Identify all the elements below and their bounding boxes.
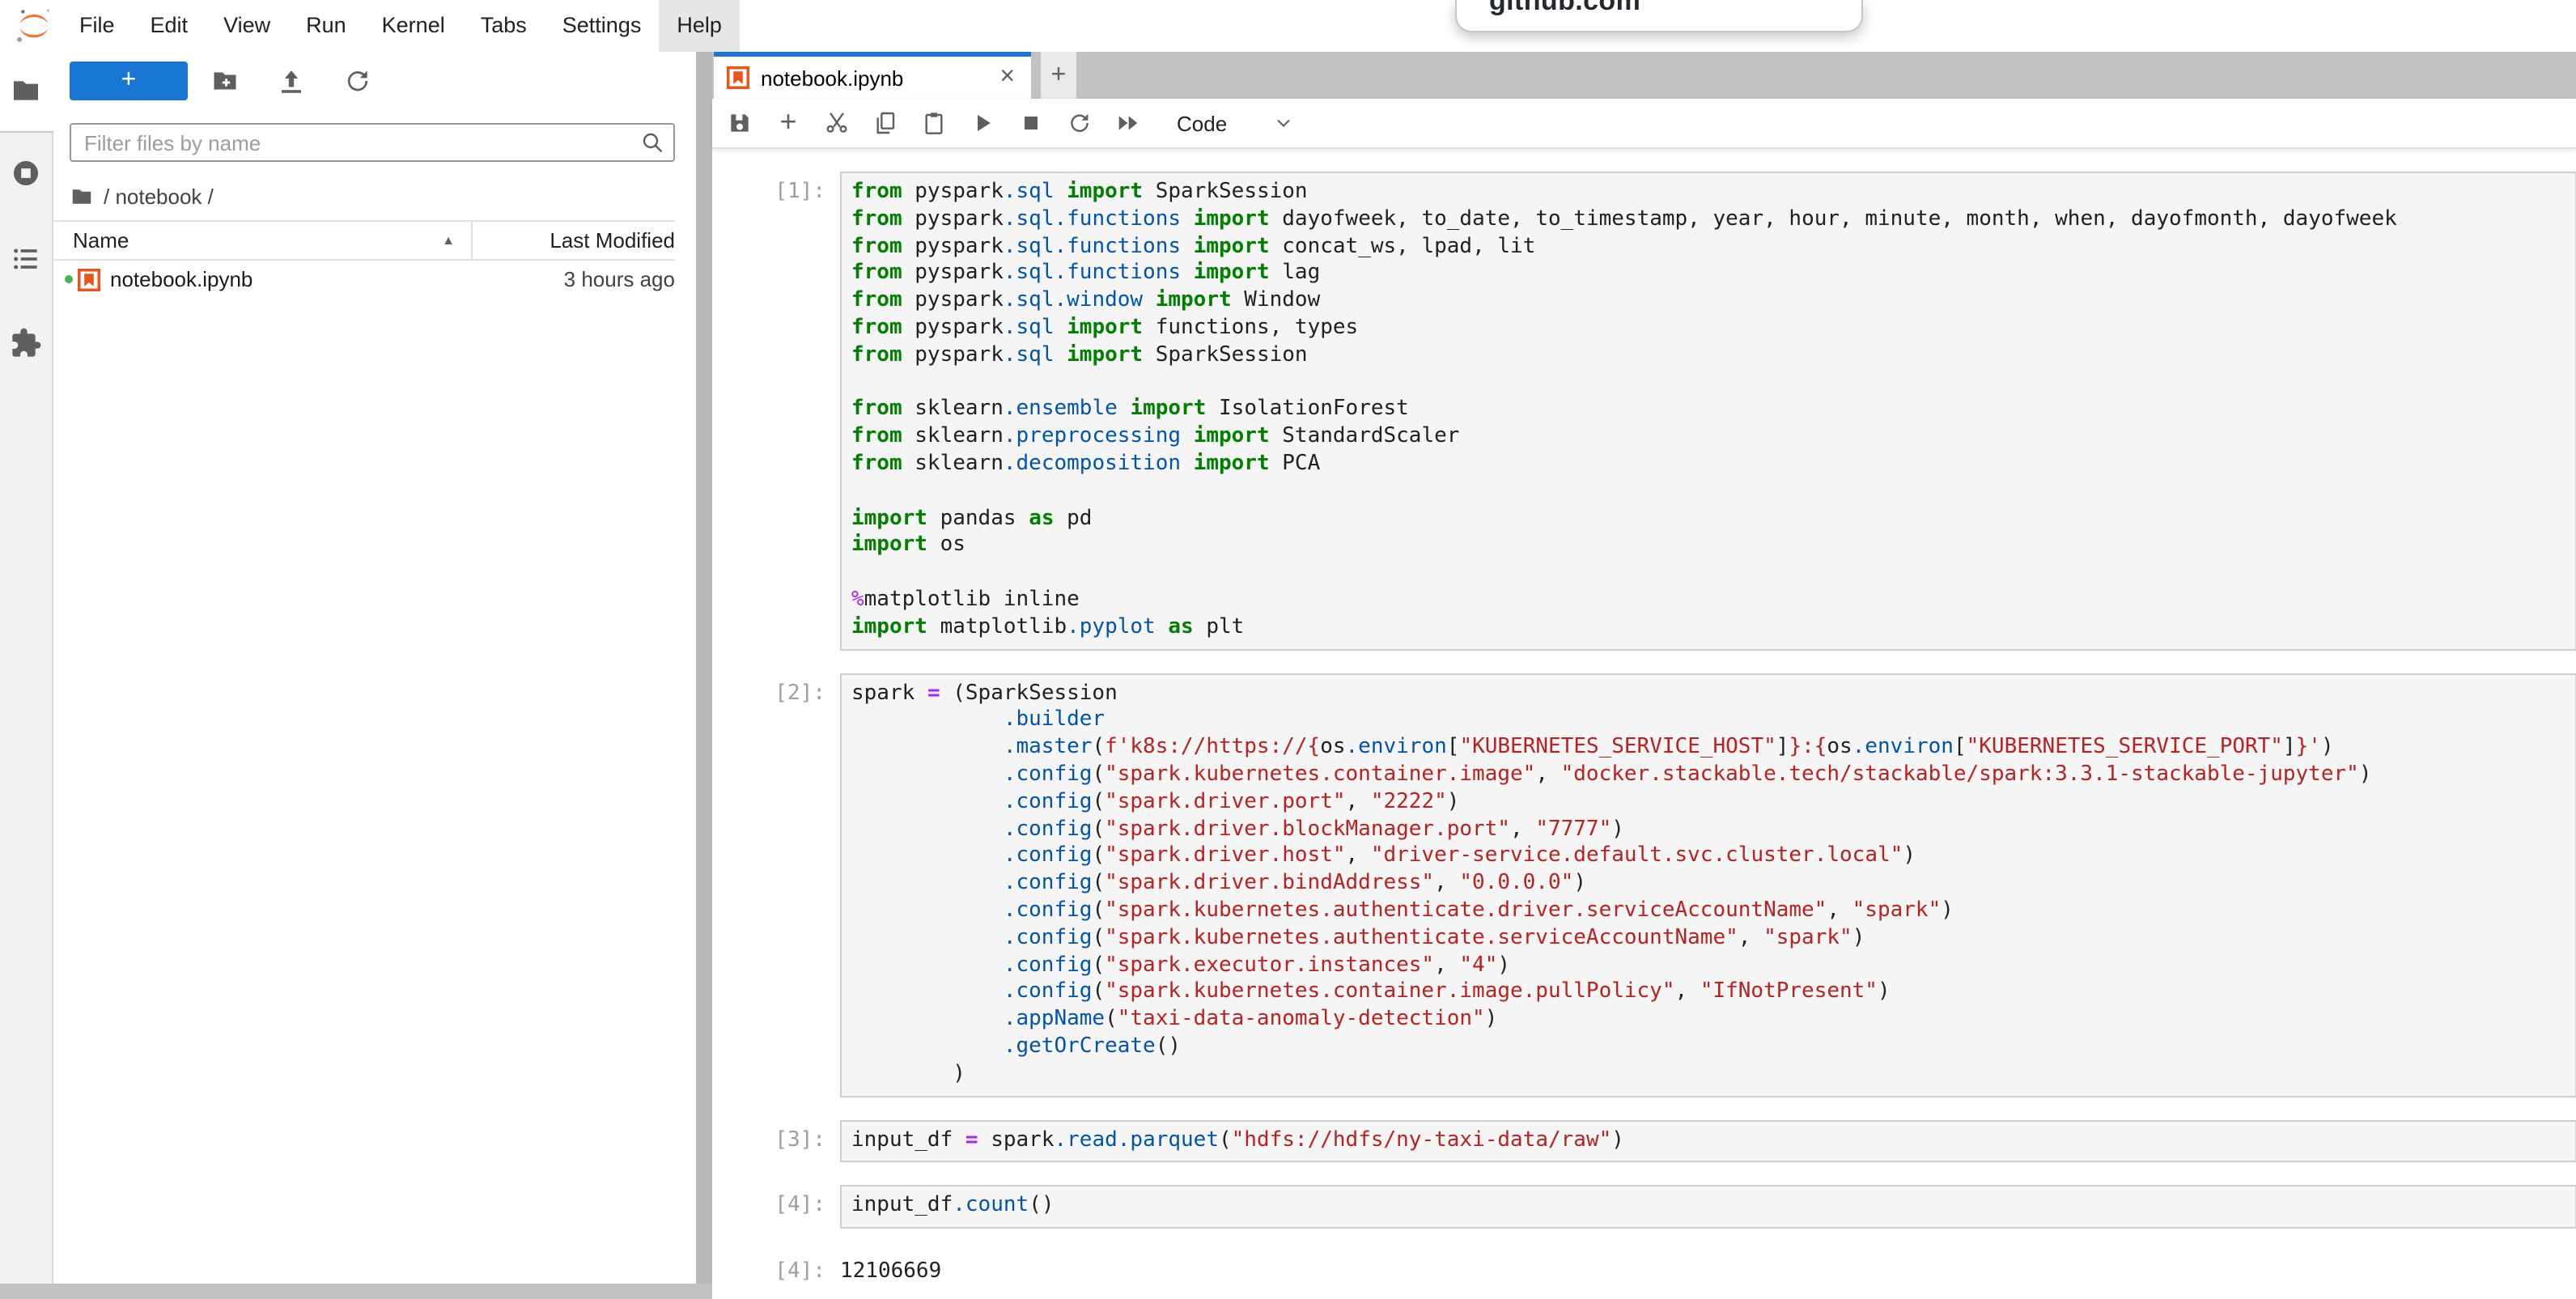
notebook-file-icon xyxy=(727,66,749,89)
interrupt-kernel-button[interactable] xyxy=(1012,104,1050,142)
paste-cells-button[interactable] xyxy=(915,104,953,142)
notebook-file-icon xyxy=(78,268,100,291)
code-cell-editor[interactable]: input_df.count() xyxy=(840,1186,2576,1229)
kernel-running-dot xyxy=(65,275,73,283)
filter-files-input[interactable] xyxy=(70,123,675,162)
cell-output-text: 12106669 xyxy=(840,1251,2576,1293)
save-button[interactable] xyxy=(720,104,759,142)
copy-cells-button[interactable] xyxy=(866,104,905,142)
menu-item-settings[interactable]: Settings xyxy=(545,0,660,52)
output-area: [4]: 12106669 xyxy=(712,1251,2576,1293)
save-icon xyxy=(727,110,753,136)
cell-type-dropdown[interactable]: Code xyxy=(1177,111,1295,135)
menu-items: FileEditViewRunKernelTabsSettingsHelp xyxy=(62,0,740,52)
code-cell: [2]:spark = (SparkSession .builder .mast… xyxy=(712,673,2576,1097)
notebook-cells[interactable]: [1]:from pyspark.sql import SparkSession… xyxy=(712,149,2576,1299)
run-cell-button[interactable] xyxy=(963,104,1002,142)
left-sidebar xyxy=(0,52,53,1299)
new-launcher-button[interactable]: + xyxy=(70,62,188,100)
stop-icon xyxy=(1018,110,1044,136)
menubar: FileEditViewRunKernelTabsSettingsHelp xyxy=(0,0,2576,53)
tab-close-icon[interactable]: × xyxy=(996,65,1018,91)
table-of-contents-tab-icon[interactable] xyxy=(10,243,42,275)
code-cell-editor[interactable]: from pyspark.sql import SparkSession fro… xyxy=(840,172,2576,650)
bottom-edge-strip xyxy=(0,1283,712,1299)
browser-origin-popup: github.com xyxy=(1455,0,1863,32)
code-text: from pyspark.sql import SparkSession fro… xyxy=(851,180,2565,642)
code-cell: [1]:from pyspark.sql import SparkSession… xyxy=(712,172,2576,650)
new-folder-icon[interactable] xyxy=(210,66,240,96)
file-name: notebook.ipynb xyxy=(110,267,564,291)
extensions-tab-icon[interactable] xyxy=(10,327,42,359)
file-row-notebook[interactable]: notebook.ipynb 3 hours ago xyxy=(53,259,675,299)
jupyterlab-window: FileEditViewRunKernelTabsSettingsHelp gi… xyxy=(0,0,2576,1299)
new-tab-button[interactable]: + xyxy=(1041,52,1076,99)
code-text: input_df = spark.read.parquet("hdfs://hd… xyxy=(851,1127,2565,1155)
file-last-modified: 3 hours ago xyxy=(564,267,675,291)
input-prompt: [3]: xyxy=(712,1119,825,1163)
tab-bar: notebook.ipynb × + xyxy=(712,52,2576,99)
menu-item-run[interactable]: Run xyxy=(288,0,364,52)
file-browser-toolbar: + xyxy=(70,62,686,100)
code-text: input_df.count() xyxy=(851,1194,2565,1221)
code-cell: [3]: input_df = spark.read.parquet("hdfs:… xyxy=(712,1119,2576,1163)
input-prompt: [2]: xyxy=(712,673,825,1097)
input-prompt: [4]: xyxy=(712,1186,825,1229)
breadcrumb: / notebook / xyxy=(70,181,214,210)
restart-icon xyxy=(1067,110,1093,136)
breadcrumb-folder-icon[interactable] xyxy=(70,184,94,208)
panel-divider[interactable] xyxy=(696,52,712,1299)
insert-cell-button[interactable]: + xyxy=(769,104,808,142)
main-area: + xyxy=(0,52,2576,1299)
menu-item-kernel[interactable]: Kernel xyxy=(364,0,463,52)
notebook-toolbar: + xyxy=(712,99,2576,149)
menu-item-file[interactable]: File xyxy=(62,0,133,52)
running-kernels-tab-icon[interactable] xyxy=(10,157,42,189)
search-icon xyxy=(639,129,665,155)
chevron-down-icon xyxy=(1272,112,1295,134)
file-list-header: Name ▲ Last Modified xyxy=(53,220,675,261)
file-browser-panel: + xyxy=(53,52,696,1299)
code-cell-editor[interactable]: spark = (SparkSession .builder .master(f… xyxy=(840,673,2576,1097)
column-header-name[interactable]: Name ▲ xyxy=(53,228,471,253)
restart-kernel-button[interactable] xyxy=(1060,104,1099,142)
code-cell-editor[interactable]: input_df = spark.read.parquet("hdfs://hd… xyxy=(840,1119,2576,1163)
menu-item-help[interactable]: Help xyxy=(659,0,740,52)
left-sidebar-background xyxy=(0,131,53,1299)
code-cell: [4]: input_df.count() xyxy=(712,1186,2576,1229)
notebook-panel: notebook.ipynb × + + xyxy=(712,52,2576,1299)
code-text: spark = (SparkSession .builder .master(f… xyxy=(851,681,2565,1089)
upload-icon[interactable] xyxy=(277,66,306,96)
output-prompt: [4]: xyxy=(712,1251,825,1293)
run-icon xyxy=(970,110,995,136)
jupyter-logo-icon xyxy=(13,5,55,47)
menu-item-tabs[interactable]: Tabs xyxy=(463,0,545,52)
plus-icon: + xyxy=(779,107,796,136)
tab-notebook[interactable]: notebook.ipynb × xyxy=(714,52,1031,99)
refresh-icon[interactable] xyxy=(343,66,372,96)
copy-icon xyxy=(872,110,898,136)
breadcrumb-path[interactable]: / notebook / xyxy=(104,184,214,208)
column-header-last-modified[interactable]: Last Modified xyxy=(471,222,675,259)
file-browser-tab-icon[interactable] xyxy=(10,74,42,107)
restart-run-all-button[interactable] xyxy=(1109,104,1148,142)
cut-icon xyxy=(824,110,850,136)
popup-origin-text: github.com xyxy=(1489,0,1640,18)
input-prompt: [1]: xyxy=(712,172,825,650)
menu-item-edit[interactable]: Edit xyxy=(133,0,206,52)
cell-type-value: Code xyxy=(1177,111,1227,135)
menu-item-view[interactable]: View xyxy=(206,0,288,52)
fast-forward-icon xyxy=(1115,110,1141,136)
paste-icon xyxy=(921,110,947,136)
tab-title: notebook.ipynb xyxy=(761,66,996,90)
sort-ascending-icon: ▲ xyxy=(442,233,455,248)
cut-cells-button[interactable] xyxy=(817,104,856,142)
